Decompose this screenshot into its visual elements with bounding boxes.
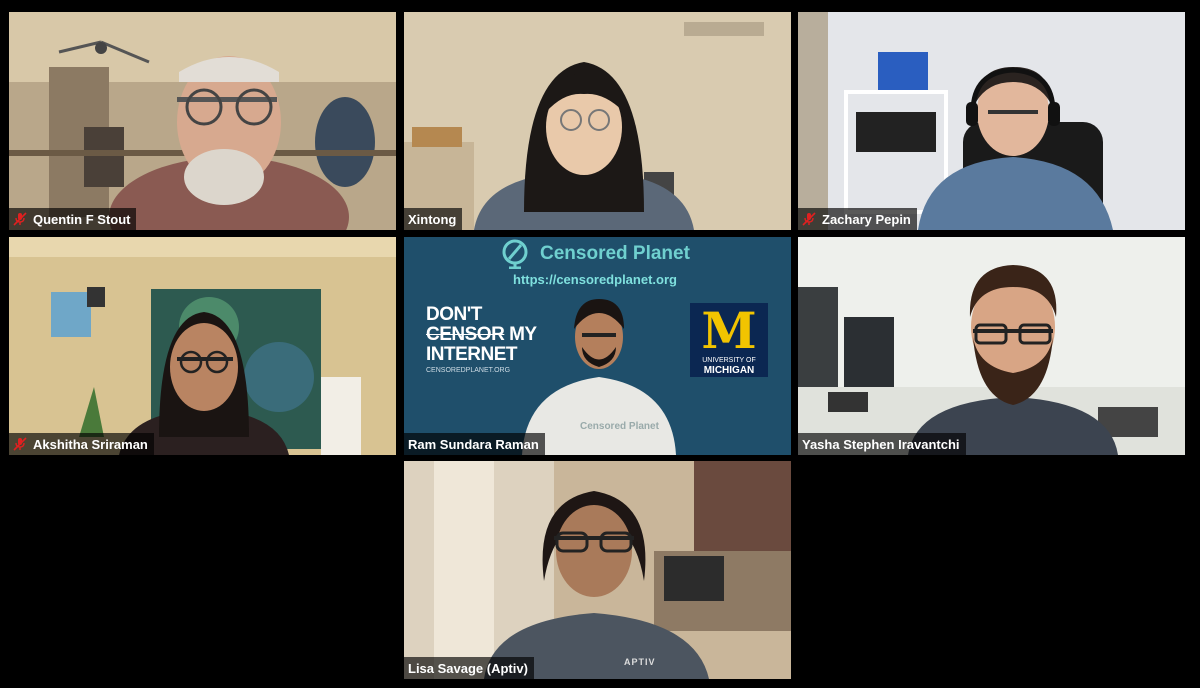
slogan-sub: CENSOREDPLANET.ORG [426,367,511,374]
participant-nameplate: Ram Sundara Raman [404,433,545,455]
shirt-brand: APTIV [624,657,656,667]
background-title: Censored Planet [540,243,690,264]
participant-name: Ram Sundara Raman [408,436,539,452]
participant-name: Zachary Pepin [822,211,911,227]
slogan-line3: INTERNET [426,344,517,365]
video-feed [798,237,1185,455]
participant-name: Yasha Stephen Iravantchi [802,436,960,452]
participant-nameplate: Xintong [404,208,463,230]
video-tile-xintong[interactable]: Xintong [404,12,791,230]
university-line2: MICHIGAN [703,365,755,376]
background-url: https://censoredplanet.org [513,272,677,287]
video-feed [798,12,1185,230]
video-feed [9,12,396,230]
mic-muted-icon [802,212,816,226]
video-feed [9,237,396,455]
video-tile-zachary[interactable]: Zachary Pepin [798,12,1185,230]
participant-nameplate: Yasha Stephen Iravantchi [798,433,966,455]
university-letter: M [701,301,757,360]
slogan-censor: CENSOR [426,324,505,345]
video-tile-yasha[interactable]: Yasha Stephen Iravantchi [798,237,1185,455]
participant-nameplate: Zachary Pepin [798,208,917,230]
video-tile-lisa[interactable]: APTIV Lisa Savage (Aptiv) [404,461,791,679]
participant-name: Xintong [408,211,457,227]
mic-muted-icon [13,437,27,451]
video-feed [404,12,791,230]
shirt-text: Censored Planet [580,421,659,432]
video-tile-ram[interactable]: Censored Planet https://censoredplanet.o… [404,237,791,455]
slogan-my: MY [509,324,537,345]
participant-name: Akshitha Sriraman [33,436,148,452]
censored-planet-logo-icon [502,239,528,269]
video-tile-akshitha[interactable]: Akshitha Sriraman [9,237,396,455]
video-tile-quentin[interactable]: Quentin F Stout [9,12,396,230]
participant-name: Lisa Savage (Aptiv) [408,660,528,676]
university-of-michigan-logo: M UNIVERSITY OF MICHIGAN [690,303,768,377]
participant-nameplate: Quentin F Stout [9,208,137,230]
participant-nameplate: Akshitha Sriraman [9,433,154,455]
video-feed [404,461,791,679]
mic-muted-icon [13,212,27,226]
participant-name: Quentin F Stout [33,211,131,227]
slogan-line1: DON'T [426,304,482,325]
slogan: DON'T CENSOR MY INTERNET [426,305,537,365]
participant-nameplate: Lisa Savage (Aptiv) [404,657,534,679]
